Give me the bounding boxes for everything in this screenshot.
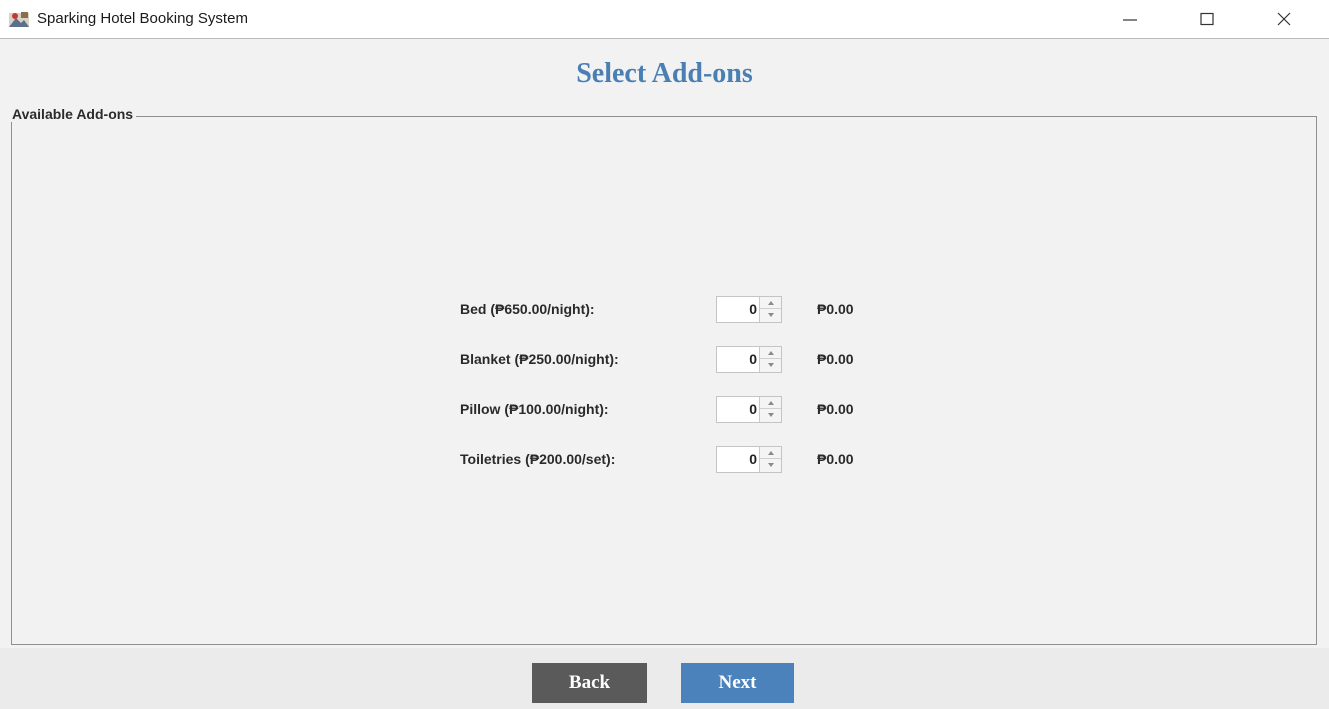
button-bar: Back Next [0, 648, 1329, 709]
minimize-icon [1123, 19, 1137, 21]
caret-down-icon [767, 413, 774, 417]
addon-row-bed: Bed (₱650.00/night): 0 ₱0.00 [460, 296, 880, 324]
spinner-value[interactable]: 0 [749, 351, 757, 367]
addon-price: ₱0.00 [817, 351, 854, 367]
caret-up-icon [767, 400, 774, 405]
addon-row-blanket: Blanket (₱250.00/night): 0 ₱0.00 [460, 346, 880, 374]
addon-label: Pillow (₱100.00/night): [460, 401, 609, 417]
spinner-buttons [759, 347, 781, 372]
addons-group-panel [11, 116, 1317, 645]
spinner-buttons [759, 297, 781, 322]
caret-up-icon [767, 450, 774, 455]
spinner-down-button[interactable] [760, 459, 781, 471]
title-bar[interactable]: Sparking Hotel Booking System [0, 0, 1329, 39]
addon-price: ₱0.00 [817, 451, 854, 467]
addon-label: Bed (₱650.00/night): [460, 301, 595, 317]
spinner-down-button[interactable] [760, 359, 781, 371]
spinner-down-button[interactable] [760, 309, 781, 321]
caret-down-icon [767, 313, 774, 317]
maximize-icon [1200, 12, 1214, 26]
app-window: Sparking Hotel Booking System Select Add… [0, 0, 1329, 709]
bed-quantity-spinner[interactable]: 0 [716, 296, 782, 323]
pillow-quantity-spinner[interactable]: 0 [716, 396, 782, 423]
caret-up-icon [767, 300, 774, 305]
addon-price: ₱0.00 [817, 401, 854, 417]
spinner-value[interactable]: 0 [749, 451, 757, 467]
maximize-button[interactable] [1185, 0, 1229, 38]
spinner-up-button[interactable] [760, 297, 781, 309]
spinner-up-button[interactable] [760, 397, 781, 409]
minimize-button[interactable] [1108, 0, 1152, 38]
addon-label: Toiletries (₱200.00/set): [460, 451, 616, 467]
window-title: Sparking Hotel Booking System [37, 10, 248, 27]
spinner-up-button[interactable] [760, 447, 781, 459]
app-logo-icon [9, 12, 29, 27]
page-title: Select Add-ons [576, 58, 753, 89]
spinner-buttons [759, 397, 781, 422]
spinner-value[interactable]: 0 [749, 301, 757, 317]
caret-down-icon [767, 363, 774, 367]
caret-down-icon [767, 463, 774, 467]
spinner-up-button[interactable] [760, 347, 781, 359]
caret-up-icon [767, 350, 774, 355]
addon-row-pillow: Pillow (₱100.00/night): 0 ₱0.00 [460, 396, 880, 424]
blanket-quantity-spinner[interactable]: 0 [716, 346, 782, 373]
addon-row-toiletries: Toiletries (₱200.00/set): 0 ₱0.00 [460, 446, 880, 474]
addons-group-label: Available Add-ons [11, 106, 137, 122]
addon-label: Blanket (₱250.00/night): [460, 351, 619, 367]
toiletries-quantity-spinner[interactable]: 0 [716, 446, 782, 473]
close-button[interactable] [1262, 0, 1306, 38]
close-icon [1277, 12, 1291, 26]
next-button[interactable]: Next [681, 663, 794, 703]
addon-price: ₱0.00 [817, 301, 854, 317]
spinner-value[interactable]: 0 [749, 401, 757, 417]
spinner-buttons [759, 447, 781, 472]
spinner-down-button[interactable] [760, 409, 781, 421]
back-button[interactable]: Back [532, 663, 647, 703]
main-content: Select Add-ons Available Add-ons Bed (₱6… [0, 39, 1329, 648]
